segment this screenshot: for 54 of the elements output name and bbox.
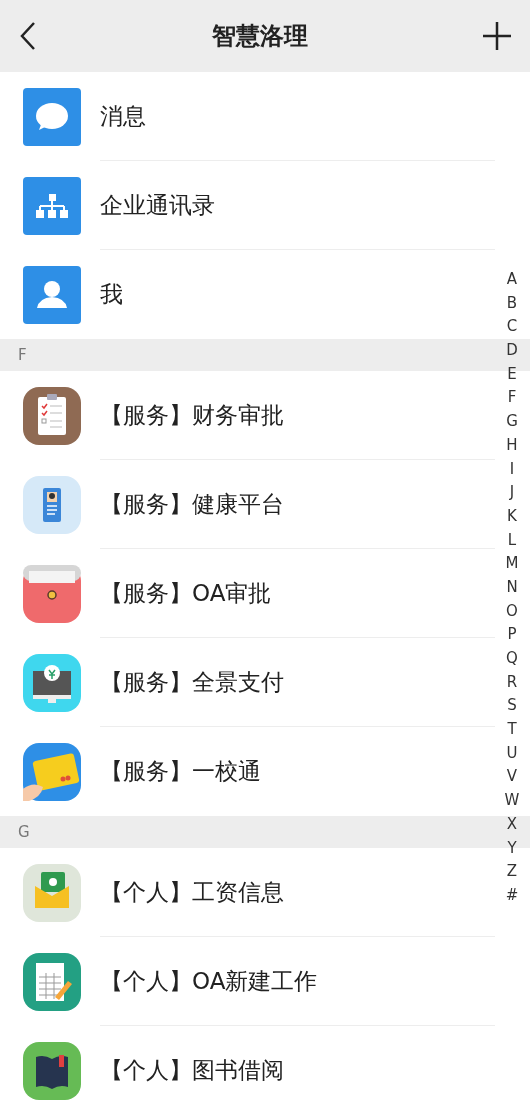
index-letter[interactable]: A	[506, 268, 518, 292]
card-in-hand-icon	[23, 742, 81, 801]
index-letter[interactable]: O	[506, 599, 518, 624]
index-letter[interactable]: B	[506, 291, 518, 316]
id-card-icon	[23, 475, 81, 534]
list-item-label[interactable]: 我	[100, 277, 123, 312]
index-letter[interactable]: U	[506, 741, 518, 766]
book-icon	[23, 1041, 81, 1100]
person-icon	[23, 265, 81, 324]
list-item-label[interactable]: 企业通讯录	[100, 187, 215, 223]
spreadsheet-icon	[23, 952, 81, 1011]
index-letter[interactable]: V	[506, 765, 518, 790]
index-letter[interactable]: Q	[506, 647, 518, 671]
list-item-label[interactable]: 【个人】图书借阅	[100, 1053, 284, 1088]
index-letter[interactable]: Y	[507, 836, 517, 861]
index-letter[interactable]: Z	[506, 860, 518, 884]
salary-envelope-icon	[23, 863, 81, 922]
index-letter[interactable]: W	[504, 789, 520, 813]
index-letter[interactable]: C	[506, 315, 518, 340]
index-letter[interactable]: J	[509, 481, 515, 505]
list-item-label[interactable]: 【服务】健康平台	[100, 486, 284, 522]
add-icon[interactable]	[482, 21, 512, 51]
index-letter[interactable]: X	[506, 812, 518, 837]
index-letter[interactable]: S	[507, 694, 517, 719]
index-letter[interactable]: I	[509, 457, 515, 482]
list-item-label[interactable]: 【服务】全景支付	[100, 664, 284, 700]
index-letter[interactable]: K	[507, 504, 517, 529]
clipboard-icon	[23, 386, 81, 445]
list-item-label[interactable]: 【服务】财务审批	[100, 397, 284, 433]
index-letter[interactable]: N	[506, 575, 518, 600]
index-letter[interactable]: #	[505, 883, 519, 908]
index-letter[interactable]: F	[507, 386, 517, 411]
section-letter: F	[18, 344, 27, 366]
list-item-label[interactable]: 【个人】工资信息	[100, 874, 284, 910]
chat-bubble-icon	[23, 87, 81, 146]
list-item-label[interactable]: 消息	[100, 98, 146, 134]
index-letter[interactable]: D	[506, 339, 518, 363]
index-letter[interactable]: P	[507, 623, 517, 647]
section-letter: G	[18, 821, 30, 843]
org-chart-icon	[23, 176, 81, 235]
window-title: 智慧洛理	[212, 21, 308, 52]
back-icon[interactable]	[18, 21, 38, 51]
index-letter[interactable]: L	[507, 528, 517, 553]
list-item-label[interactable]: 【服务】一校通	[100, 754, 261, 789]
index-letter[interactable]: R	[506, 670, 518, 695]
wallet-icon	[23, 564, 81, 623]
index-letter[interactable]: E	[507, 362, 517, 387]
index-letter[interactable]: M	[505, 552, 519, 576]
index-letter[interactable]: G	[506, 410, 518, 434]
index-letter[interactable]: H	[506, 433, 518, 458]
index-letter[interactable]: T	[507, 718, 517, 742]
list-item-label[interactable]: 【服务】OA审批	[100, 575, 272, 611]
list-item-label[interactable]: 【个人】OA新建工作	[100, 963, 318, 999]
monitor-icon	[23, 653, 81, 712]
